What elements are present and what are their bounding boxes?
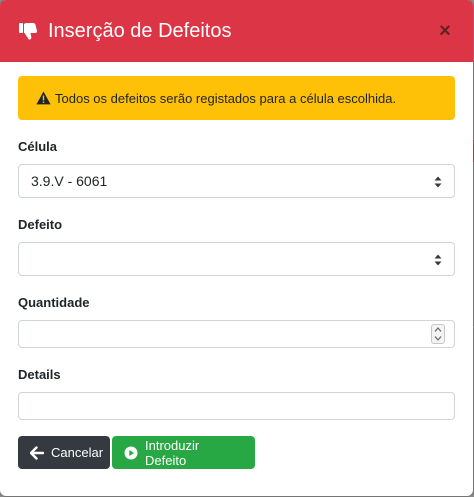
close-button[interactable]: × [435,21,455,41]
quantity-stepper[interactable] [431,324,445,344]
arrow-left-icon [30,445,44,460]
modal-header: Inserção de Defeitos × [0,0,473,62]
submit-defect-button-label: Introduzir Defeito [145,437,200,468]
modal-title: Inserção de Defeitos [48,19,232,42]
play-circle-icon [124,446,138,460]
defect-label: Defeito [18,217,63,232]
cancel-button[interactable]: Cancelar [18,436,110,469]
quantity-input[interactable] [18,320,455,348]
warning-alert: Todos os defeitos serão registados para … [18,76,455,120]
defect-select[interactable] [18,242,455,276]
select-arrows-icon [434,175,442,188]
submit-defect-button[interactable]: Introduzir Defeito [112,436,255,469]
modal-actions: Cancelar Introduzir Defeito [18,436,455,469]
details-input[interactable] [18,392,455,420]
cell-select[interactable]: 3.9.V - 6061 [18,164,455,198]
modal-body: Todos os defeitos serão registados para … [0,62,473,469]
chevron-up-icon[interactable] [434,327,442,332]
cell-select-value: 3.9.V - 6061 [31,173,108,189]
cancel-button-label: Cancelar [51,445,104,460]
quantity-label: Quantidade [18,295,90,310]
details-label: Details [18,367,61,382]
warning-triangle-icon [36,91,51,105]
select-arrows-icon [434,253,442,266]
cell-label: Célula [18,139,58,154]
alert-text: Todos os defeitos serão registados para … [55,90,397,106]
defect-insert-modal: Inserção de Defeitos × Todos os defeitos… [0,0,473,496]
chevron-down-icon[interactable] [434,336,442,341]
thumbs-down-icon [18,20,40,42]
